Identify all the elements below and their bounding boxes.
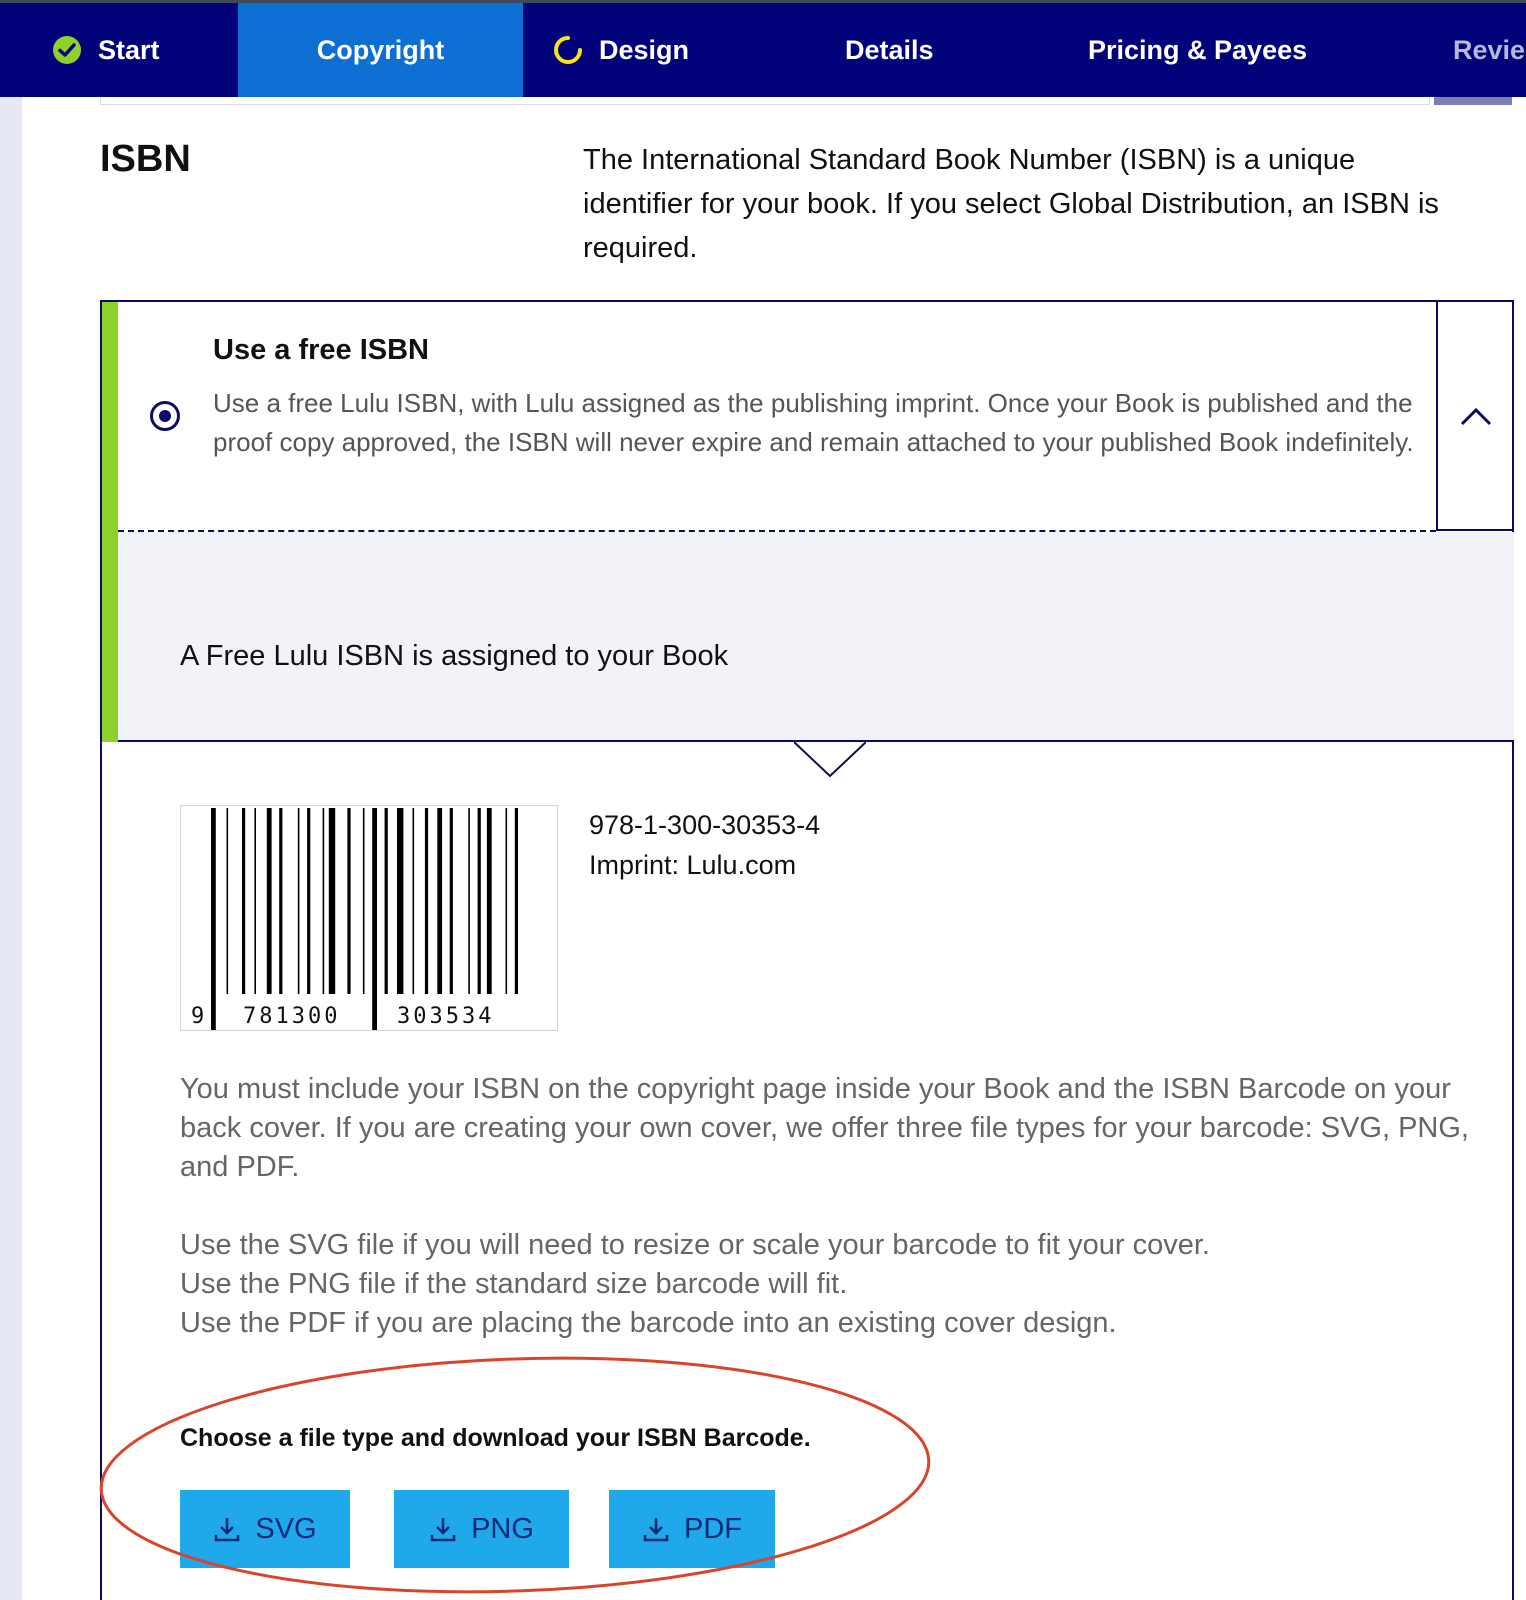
tab-details-label: Details: [845, 34, 934, 65]
previous-section-accent: [1434, 97, 1512, 105]
barcode-right-digits: 303534: [397, 1004, 494, 1029]
barcode-bar: [384, 808, 388, 994]
left-gutter: [0, 97, 22, 1600]
panel-pointer: [794, 741, 866, 778]
tab-start[interactable]: Start: [52, 3, 160, 97]
tab-copyright[interactable]: Copyright: [238, 3, 523, 97]
barcode-bar: [505, 808, 508, 994]
radio-selected-dot: [159, 410, 171, 422]
barcode-bar: [437, 808, 443, 994]
tab-review[interactable]: Revie: [1453, 3, 1525, 97]
file-type-guidance: Use the SVG file if you will need to res…: [180, 1226, 1470, 1343]
barcode-bar: [397, 808, 404, 994]
tab-design-label: Design: [599, 34, 690, 65]
tab-review-label: Revie: [1453, 34, 1526, 65]
barcode-bar: [254, 808, 256, 994]
png-guidance: Use the PNG file if the standard size ba…: [180, 1268, 848, 1300]
svg-guidance: Use the SVG file if you will need to res…: [180, 1229, 1210, 1261]
barcode-bar: [266, 808, 272, 994]
isbn-imprint: Imprint: Lulu.com: [589, 850, 797, 880]
barcode-bar: [322, 808, 325, 994]
pdf-guidance: Use the PDF if you are placing the barco…: [180, 1307, 1117, 1339]
tab-copyright-label: Copyright: [316, 34, 445, 65]
barcode-lead-digit: 9: [191, 1004, 204, 1029]
barcode-bar: [514, 808, 518, 994]
barcode-bar: [372, 808, 377, 1030]
free-isbn-radio[interactable]: [150, 401, 180, 431]
assigned-message: A Free Lulu ISBN is assigned to your Boo…: [180, 640, 729, 672]
previous-section-edge: [100, 97, 1430, 105]
barcode-bar: [424, 808, 429, 994]
barcode-bar: [226, 808, 229, 994]
page: Start Copyright Design Details Pricing &…: [0, 0, 1526, 1600]
tab-pricing-payees-label: Pricing & Payees: [1088, 34, 1308, 65]
isbn-number: 978-1-300-30353-4: [589, 810, 821, 840]
selected-accent-bar: [102, 302, 118, 742]
tab-start-label: Start: [98, 34, 160, 65]
barcode-bar: [362, 808, 365, 994]
barcode-bar: [449, 808, 453, 994]
barcode-bar: [242, 808, 246, 994]
barcode-bar: [328, 808, 336, 994]
barcode-bar: [486, 808, 492, 994]
barcode-graphic: 9 781300 303534: [191, 808, 518, 1030]
tab-pricing-payees[interactable]: Pricing & Payees: [1088, 3, 1307, 97]
barcode-bar: [477, 808, 481, 994]
barcode-instructions: You must include your ISBN on the copyri…: [180, 1073, 1469, 1183]
isbn-barcode-image: 9 781300 303534: [180, 805, 558, 1031]
free-isbn-option-header[interactable]: Use a free ISBN Use a free Lulu ISBN, wi…: [118, 302, 1436, 531]
tab-details[interactable]: Details: [845, 3, 934, 97]
collapse-option-button[interactable]: [1436, 302, 1514, 531]
barcode-bar: [307, 808, 311, 994]
barcode-bar: [412, 808, 415, 994]
barcode-bar: [297, 808, 300, 994]
chevron-up-icon: [1460, 407, 1492, 425]
barcode-bar: [468, 808, 470, 994]
barcode-bar: [279, 808, 283, 994]
tab-design[interactable]: Design: [553, 3, 689, 97]
barcode-bar: [211, 808, 216, 1030]
barcode-left-digits: 781300: [243, 1004, 340, 1029]
barcode-bar: [347, 808, 351, 994]
red-annotation-ellipse: [99, 1356, 931, 1594]
isbn-section-title: ISBN: [100, 138, 191, 180]
check-circle-icon: [53, 36, 81, 64]
spinner-icon: [554, 36, 582, 64]
step-navigation: Start Copyright Design Details Pricing &…: [0, 0, 1526, 97]
assigned-info-panel: A Free Lulu ISBN is assigned to your Boo…: [118, 532, 1514, 742]
isbn-section-intro: The International Standard Book Number (…: [583, 144, 1439, 264]
option-description: Use a free Lulu ISBN, with Lulu assigned…: [213, 388, 1414, 457]
option-title: Use a free ISBN: [213, 334, 429, 366]
